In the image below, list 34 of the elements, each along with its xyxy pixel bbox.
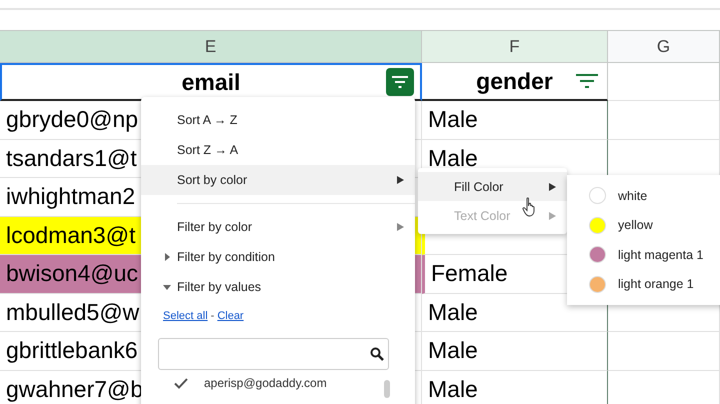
submenu-arrow-icon (549, 212, 556, 220)
table-cell: Male (422, 101, 608, 140)
color-option[interactable]: yellow (567, 210, 720, 240)
search-field[interactable] (158, 338, 389, 370)
column-header[interactable]: F (422, 31, 608, 63)
menu-item[interactable]: Sort by color (141, 165, 415, 195)
value-option[interactable]: aperisp@godaddy.com (141, 370, 415, 396)
scrollbar-thumb[interactable] (384, 380, 390, 398)
collapsed-triangle-icon (163, 253, 171, 261)
color-label: light orange 1 (618, 277, 694, 292)
color-option[interactable]: white (567, 181, 720, 210)
table-cell: Male (422, 332, 608, 370)
submenu-arrow-icon (397, 223, 404, 231)
header-text: gender (476, 68, 553, 94)
filter-icon (575, 73, 599, 89)
color-label: yellow (618, 218, 653, 232)
header-text: email (182, 68, 240, 96)
clear-link[interactable]: Clear (217, 310, 244, 322)
table-cell: Male (422, 370, 608, 404)
link-separator: - (210, 310, 214, 322)
menu-item[interactable]: Fill Color (418, 172, 567, 201)
filter-button[interactable] (386, 68, 414, 96)
search-icon (370, 347, 384, 361)
column-header[interactable]: E (0, 31, 422, 63)
submenu-arrow-icon (549, 182, 556, 190)
color-label: light magenta 1 (618, 248, 704, 262)
select-all-link[interactable]: Select all (163, 310, 208, 322)
color-label: white (618, 188, 648, 203)
column-header[interactable]: G (608, 31, 720, 63)
submenu-arrow-icon (397, 176, 404, 184)
expanded-triangle-icon (163, 283, 171, 291)
value-label: aperisp@godaddy.com (204, 376, 327, 390)
filter-icon (391, 75, 409, 89)
menu-item[interactable]: Sort A → Z (141, 105, 415, 135)
